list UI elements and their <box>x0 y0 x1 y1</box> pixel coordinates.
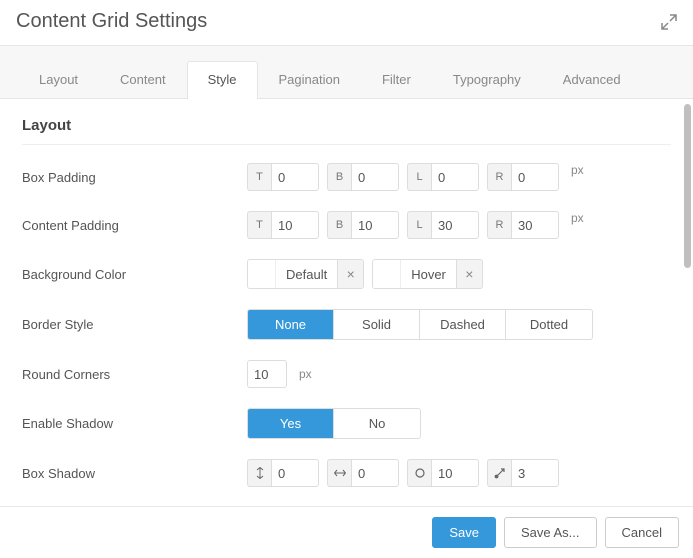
content-padding-bottom-input[interactable] <box>351 211 399 239</box>
tab-typography[interactable]: Typography <box>432 61 542 99</box>
box-padding-bottom-input[interactable] <box>351 163 399 191</box>
enable-shadow-no[interactable]: No <box>334 409 420 438</box>
content-padding-left-input[interactable] <box>431 211 479 239</box>
bg-default-clear-icon[interactable]: × <box>337 260 363 288</box>
box-padding-top-label: T <box>247 163 271 191</box>
tab-advanced[interactable]: Advanced <box>542 61 642 99</box>
enable-shadow-group: Yes No <box>247 408 421 439</box>
bg-hover-swatch[interactable] <box>373 260 401 288</box>
box-padding-unit: px <box>571 163 584 177</box>
box-padding-label: Box Padding <box>22 170 247 185</box>
bg-default-swatch[interactable] <box>248 260 276 288</box>
bg-default-label: Default <box>276 267 337 282</box>
vertical-icon <box>247 459 271 487</box>
dialog-footer: Save Save As... Cancel <box>0 506 693 558</box>
tab-bar: Layout Content Style Pagination Filter T… <box>0 45 693 99</box>
section-title: Layout <box>22 117 671 145</box>
box-padding-top-input[interactable] <box>271 163 319 191</box>
box-padding-right-label: R <box>487 163 511 191</box>
box-shadow-horizontal-input[interactable] <box>351 459 399 487</box>
content-padding-top-label: T <box>247 211 271 239</box>
box-padding-left-input[interactable] <box>431 163 479 191</box>
border-style-group: None Solid Dashed Dotted <box>247 309 593 340</box>
expand-icon[interactable] <box>661 14 677 30</box>
round-corners-label: Round Corners <box>22 367 247 382</box>
dialog-title: Content Grid Settings <box>16 10 207 33</box>
round-corners-input[interactable] <box>247 360 287 388</box>
content-padding-unit: px <box>571 211 584 225</box>
tab-filter[interactable]: Filter <box>361 61 432 99</box>
bg-hover-label: Hover <box>401 267 456 282</box>
tab-style[interactable]: Style <box>187 61 258 99</box>
content-padding-bottom-label: B <box>327 211 351 239</box>
border-style-solid[interactable]: Solid <box>334 310 420 339</box>
tab-content[interactable]: Content <box>99 61 187 99</box>
enable-shadow-label: Enable Shadow <box>22 416 247 431</box>
blur-icon <box>407 459 431 487</box>
border-style-dotted[interactable]: Dotted <box>506 310 592 339</box>
tab-layout[interactable]: Layout <box>18 61 99 99</box>
horizontal-icon <box>327 459 351 487</box>
box-shadow-spread-input[interactable] <box>511 459 559 487</box>
content-padding-left-label: L <box>407 211 431 239</box>
cancel-button[interactable]: Cancel <box>605 517 679 548</box>
box-padding-left-label: L <box>407 163 431 191</box>
box-padding-right-input[interactable] <box>511 163 559 191</box>
bg-hover-color[interactable]: Hover × <box>372 259 483 289</box>
content-padding-top-input[interactable] <box>271 211 319 239</box>
border-style-label: Border Style <box>22 317 247 332</box>
tab-pagination[interactable]: Pagination <box>258 61 361 99</box>
bg-hover-clear-icon[interactable]: × <box>456 260 482 288</box>
box-shadow-vertical-input[interactable] <box>271 459 319 487</box>
bg-default-color[interactable]: Default × <box>247 259 364 289</box>
box-padding-bottom-label: B <box>327 163 351 191</box>
save-button[interactable]: Save <box>432 517 496 548</box>
background-color-label: Background Color <box>22 267 247 282</box>
box-shadow-label: Box Shadow <box>22 466 247 481</box>
border-style-none[interactable]: None <box>248 310 334 339</box>
box-shadow-blur-input[interactable] <box>431 459 479 487</box>
round-corners-unit: px <box>299 367 312 381</box>
enable-shadow-yes[interactable]: Yes <box>248 409 334 438</box>
spread-icon <box>487 459 511 487</box>
content-padding-right-label: R <box>487 211 511 239</box>
border-style-dashed[interactable]: Dashed <box>420 310 506 339</box>
save-as-button[interactable]: Save As... <box>504 517 597 548</box>
scrollbar-thumb[interactable] <box>684 104 691 268</box>
content-padding-label: Content Padding <box>22 218 247 233</box>
content-padding-right-input[interactable] <box>511 211 559 239</box>
